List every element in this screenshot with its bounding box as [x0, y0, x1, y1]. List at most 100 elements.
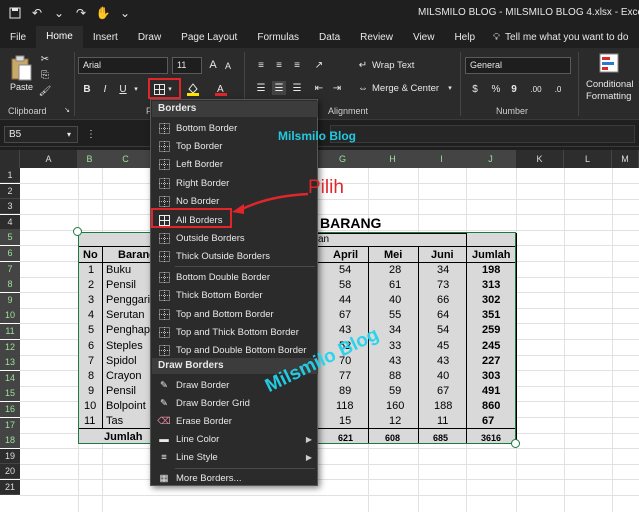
align-center-icon[interactable]: ☰ — [272, 81, 286, 95]
menu-item-line-color[interactable]: ▬ Line Color ▶ — [152, 431, 318, 449]
increase-decimal-icon[interactable]: .00 — [527, 81, 545, 97]
accounting-format-icon[interactable]: $ — [467, 81, 483, 97]
align-top-icon[interactable]: ≡ — [254, 58, 268, 72]
menu-item-thick-outside-borders[interactable]: Thick Outside Borders — [152, 248, 318, 266]
number-format-select[interactable]: General — [465, 57, 571, 74]
menu-item-draw-border-grid[interactable]: ✎ Draw Border Grid — [152, 394, 318, 412]
row-header[interactable]: 3 — [0, 199, 20, 215]
row-header[interactable]: 18 — [0, 433, 20, 449]
row-header[interactable]: 2 — [0, 183, 20, 199]
tab-data[interactable]: Data — [309, 26, 350, 48]
menu-item-line-style[interactable]: ≡ Line Style ▶ — [152, 449, 318, 467]
increase-font-icon[interactable]: A — [206, 57, 220, 73]
menu-item-bottom-double-border[interactable]: Bottom Double Border — [152, 268, 318, 286]
save-icon[interactable] — [6, 4, 24, 22]
row-header[interactable]: 11 — [0, 324, 20, 339]
dialog-launcher-icon[interactable]: ↘ — [63, 106, 71, 114]
tab-help[interactable]: Help — [444, 26, 485, 48]
tab-review[interactable]: Review — [350, 26, 403, 48]
menu-item-top-and-thick-bottom-border[interactable]: Top and Thick Bottom Border — [152, 323, 318, 341]
conditional-formatting-label-2[interactable]: Formatting — [586, 91, 631, 102]
paste-label[interactable]: Paste — [10, 82, 33, 92]
row-header[interactable]: 7 — [0, 261, 20, 277]
column-header[interactable]: L — [564, 150, 612, 168]
wrap-text-button[interactable]: Wrap Text — [372, 60, 414, 71]
merge-dropdown-icon[interactable]: ▾ — [446, 81, 454, 95]
column-header[interactable]: I — [418, 150, 466, 168]
column-header[interactable]: A — [20, 150, 78, 168]
row-header[interactable]: 13 — [0, 355, 20, 371]
column-header[interactable]: C — [102, 150, 150, 168]
underline-button[interactable]: U — [116, 81, 130, 97]
select-all-corner[interactable] — [0, 150, 20, 168]
underline-dropdown-icon[interactable]: ▾ — [132, 81, 140, 97]
copy-icon[interactable]: ⎘ — [38, 68, 52, 82]
chevron-down-icon[interactable]: ⌄ — [50, 4, 68, 22]
italic-button[interactable]: I — [98, 81, 112, 97]
touch-mode-icon[interactable]: ✋ — [94, 4, 112, 22]
row-header[interactable]: 4 — [0, 214, 20, 230]
selection-handle[interactable] — [511, 439, 520, 448]
increase-indent-icon[interactable]: ⇥ — [330, 81, 344, 95]
row-header[interactable]: 19 — [0, 448, 20, 464]
menu-item-left-border[interactable]: Left Border — [152, 156, 318, 174]
column-header[interactable]: J — [466, 150, 516, 168]
tab-file[interactable]: File — [0, 26, 36, 48]
formula-bar-more-icon[interactable]: ⋮ — [86, 127, 96, 141]
menu-item-outside-borders[interactable]: Outside Borders — [152, 229, 318, 247]
cut-icon[interactable]: ✂ — [38, 52, 52, 66]
row-header[interactable]: 14 — [0, 370, 20, 386]
tell-me-box[interactable]: 💡︎ Tell me what you want to do — [485, 26, 628, 48]
redo-icon[interactable]: ↷ — [72, 4, 90, 22]
row-header[interactable]: 17 — [0, 417, 20, 433]
row-header[interactable]: 10 — [0, 308, 20, 324]
paste-icon[interactable] — [8, 54, 34, 82]
tab-home[interactable]: Home — [36, 26, 83, 48]
selection-handle[interactable] — [73, 227, 82, 236]
align-left-icon[interactable]: ☰ — [254, 81, 268, 95]
row-header[interactable]: 9 — [0, 292, 20, 308]
font-color-icon[interactable]: A — [214, 81, 228, 97]
undo-icon[interactable]: ↶ — [28, 4, 46, 22]
customize-qat-icon[interactable]: ⌄ — [116, 4, 134, 22]
row-header[interactable]: 16 — [0, 402, 20, 417]
wrap-text-icon[interactable]: ↵ — [356, 58, 370, 72]
orientation-icon[interactable]: ↗ — [312, 58, 326, 72]
row-header[interactable]: 8 — [0, 277, 20, 293]
menu-item-erase-border[interactable]: ⌫ Erase Border — [152, 412, 318, 430]
row-header[interactable]: 20 — [0, 464, 20, 480]
name-box-dropdown-icon[interactable]: ▾ — [64, 128, 74, 140]
font-size-select[interactable]: 11 — [172, 57, 202, 74]
row-header[interactable]: 6 — [0, 246, 20, 261]
menu-item-top-and-bottom-border[interactable]: Top and Bottom Border — [152, 305, 318, 323]
format-painter-icon[interactable]: 🖌︎ — [38, 84, 52, 98]
conditional-formatting-icon[interactable] — [598, 52, 620, 74]
worksheet[interactable]: A B C G H I J K L M 1 2 3 4 5 6 7 8 9 10 11 12 13 14 1… — [0, 150, 639, 512]
decrease-decimal-icon[interactable]: .0 — [549, 81, 567, 97]
conditional-formatting-label[interactable]: Conditional — [586, 79, 634, 90]
menu-item-thick-bottom-border[interactable]: Thick Bottom Border — [152, 287, 318, 305]
formula-input[interactable] — [330, 125, 635, 143]
decrease-font-icon[interactable]: A — [222, 59, 234, 73]
row-header[interactable]: 12 — [0, 339, 20, 355]
bold-button[interactable]: B — [80, 81, 94, 97]
percent-style-icon[interactable]: % — [489, 81, 503, 97]
tab-formulas[interactable]: Formulas — [247, 26, 309, 48]
column-header[interactable]: K — [516, 150, 564, 168]
menu-item-more-borders[interactable]: ▦ More Borders... — [152, 469, 318, 487]
column-header[interactable]: G — [318, 150, 368, 168]
fill-color-icon[interactable] — [186, 81, 200, 97]
row-header[interactable]: 5 — [0, 230, 20, 246]
align-right-icon[interactable]: ☰ — [290, 81, 304, 95]
decrease-indent-icon[interactable]: ⇤ — [312, 81, 326, 95]
tab-draw[interactable]: Draw — [128, 26, 171, 48]
tab-insert[interactable]: Insert — [83, 26, 128, 48]
row-header[interactable]: 21 — [0, 480, 20, 495]
font-name-select[interactable]: Arial — [78, 57, 168, 74]
row-header[interactable]: 1 — [0, 168, 20, 183]
align-middle-icon[interactable]: ≡ — [272, 58, 286, 72]
comma-style-icon[interactable]: 9 — [507, 81, 521, 97]
column-header[interactable]: B — [78, 150, 102, 168]
merge-center-icon[interactable]: ⇔ — [356, 81, 370, 95]
merge-center-button[interactable]: Merge & Center — [372, 83, 439, 94]
